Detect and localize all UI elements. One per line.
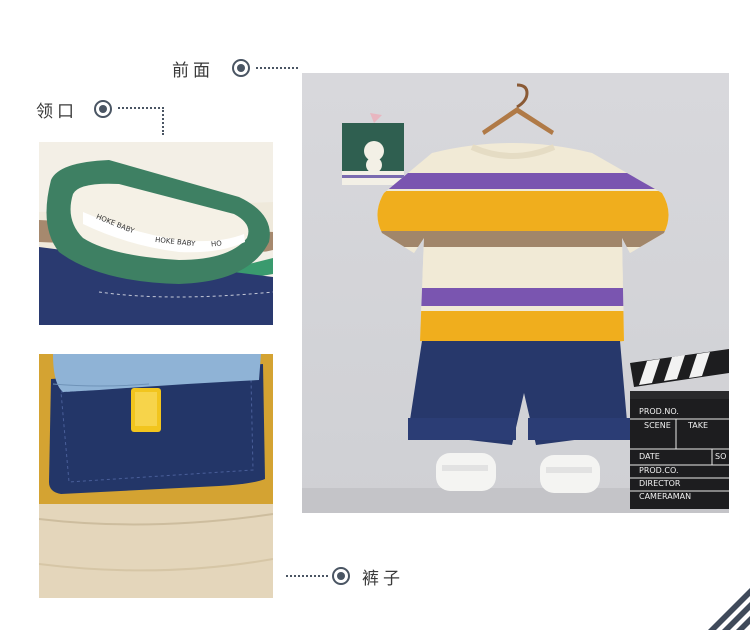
clapper-prod-no: PROD.NO. — [639, 407, 679, 416]
clapper-so: SO — [715, 452, 727, 461]
pocket-detail-image — [39, 354, 273, 598]
collar-detail-image: HOKE BABY HOKE BABY HO — [39, 142, 273, 325]
collar-label: 领口 — [36, 102, 78, 122]
front-leader-line — [256, 67, 298, 69]
collar-tape-text-3: HO — [210, 239, 223, 249]
clapper-scene: SCENE — [644, 421, 671, 430]
clapper-prod-co: PROD.CO. — [639, 466, 679, 475]
clapper-date: DATE — [639, 452, 660, 461]
front-target-icon — [232, 59, 250, 77]
clapper-director: DIRECTOR — [639, 479, 681, 488]
clapper-take: TAKE — [688, 421, 709, 430]
main-product-image: PROD.NO. SCENE TAKE DATE SO PROD.CO. DIR… — [302, 73, 729, 513]
front-label: 前面 — [172, 61, 214, 81]
corner-stripes-decoration — [708, 588, 750, 630]
pants-target-icon — [332, 567, 350, 585]
pants-label: 裤子 — [362, 569, 404, 589]
collar-leader-line-vertical — [162, 107, 164, 135]
collar-leader-line — [118, 107, 164, 109]
collar-target-icon — [94, 100, 112, 118]
pants-leader-line — [286, 575, 328, 577]
clapper-cameraman: CAMERAMAN — [639, 492, 692, 501]
